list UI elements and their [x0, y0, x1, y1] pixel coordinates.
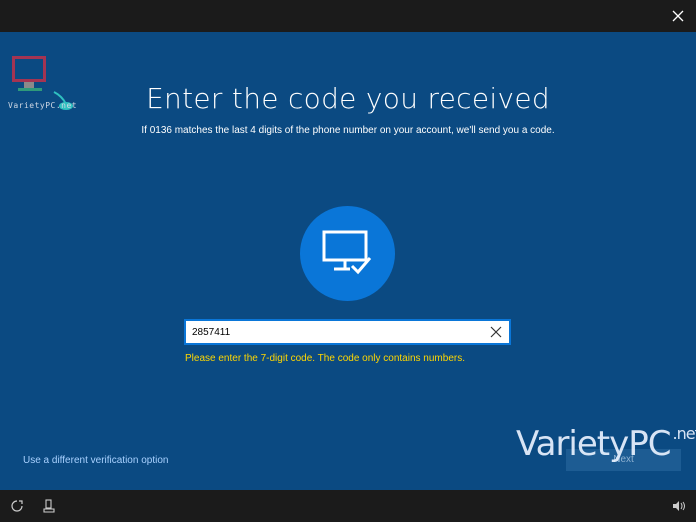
input-icon[interactable]: [42, 499, 56, 513]
title-bar: [0, 0, 696, 32]
watermark: VarietyPC.net: [516, 424, 696, 464]
watermark-main: VarietyPC: [516, 424, 671, 464]
monitor-check-icon: [322, 230, 372, 275]
main-panel: VarietyPC.net Enter the code you receive…: [0, 32, 696, 490]
code-input[interactable]: [192, 324, 472, 341]
error-message: Please enter the 7-digit code. The code …: [185, 353, 465, 364]
clear-icon[interactable]: [489, 325, 503, 339]
volume-icon[interactable]: [672, 499, 686, 513]
taskbar: [0, 490, 696, 522]
device-badge: [300, 206, 395, 301]
code-field[interactable]: [184, 319, 511, 345]
watermark-suffix: .net: [672, 424, 696, 443]
close-icon[interactable]: [668, 6, 688, 26]
page-title: Enter the code you received: [146, 82, 550, 115]
page-subtitle: If 0136 matches the last 4 digits of the…: [141, 125, 555, 136]
ease-of-access-icon[interactable]: [10, 499, 24, 513]
different-verification-link[interactable]: Use a different verification option: [23, 455, 168, 466]
